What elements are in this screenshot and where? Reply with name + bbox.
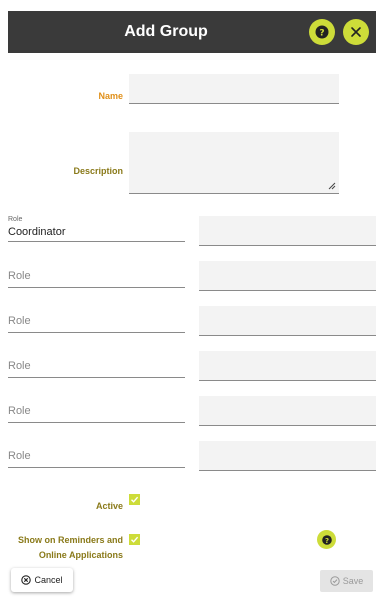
- role-placeholder: Role: [8, 405, 31, 417]
- help-button[interactable]: ?: [309, 19, 335, 45]
- save-button[interactable]: Save: [320, 570, 373, 592]
- role-side-field-2[interactable]: [199, 261, 376, 291]
- cancel-button[interactable]: Cancel: [11, 568, 73, 592]
- active-checkbox[interactable]: [129, 494, 140, 505]
- role-floating-label: Role: [8, 216, 23, 223]
- role-input-1[interactable]: Role Coordinator: [8, 216, 185, 242]
- role-side-field-4[interactable]: [199, 351, 376, 381]
- role-side-field-5[interactable]: [199, 396, 376, 426]
- role-input-6[interactable]: Role: [8, 442, 185, 468]
- check-circle-icon: [330, 576, 340, 586]
- role-side-field-3[interactable]: [199, 306, 376, 336]
- show-reminders-help-button[interactable]: ?: [317, 530, 336, 549]
- show-reminders-label-line1: Show on Reminders and: [17, 535, 123, 545]
- close-button[interactable]: [343, 19, 369, 45]
- cancel-label: Cancel: [34, 575, 63, 585]
- show-reminders-label: Show on Reminders and Online Application…: [13, 533, 123, 563]
- svg-text:?: ?: [324, 536, 328, 544]
- name-field[interactable]: [129, 74, 339, 104]
- close-icon: [351, 27, 361, 37]
- role-placeholder: Role: [8, 315, 31, 327]
- cancel-circle-icon: [21, 575, 32, 585]
- description-label: Description: [73, 166, 123, 176]
- check-icon: [131, 496, 139, 503]
- name-label: Name: [98, 91, 123, 101]
- role-input-3[interactable]: Role: [8, 307, 185, 333]
- role-placeholder: Role: [8, 450, 31, 462]
- check-icon: [131, 536, 139, 543]
- question-circle-icon: ?: [315, 25, 329, 39]
- role-placeholder: Role: [8, 360, 31, 372]
- active-label: Active: [95, 501, 123, 511]
- dialog-title: Add Group: [124, 23, 208, 40]
- svg-text:?: ?: [319, 29, 324, 39]
- role-side-field-6[interactable]: [199, 441, 376, 471]
- role-input-4[interactable]: Role: [8, 352, 185, 378]
- role-side-field-1[interactable]: [199, 216, 376, 246]
- question-circle-icon: ?: [321, 534, 332, 545]
- show-reminders-label-line2: Online Applications: [38, 550, 123, 560]
- role-input-5[interactable]: Role: [8, 397, 185, 423]
- resize-handle-icon[interactable]: [328, 182, 336, 190]
- save-label: Save: [342, 576, 364, 586]
- role-placeholder: Role: [8, 270, 31, 282]
- role-value: Coordinator: [8, 226, 66, 238]
- role-input-2[interactable]: Role: [8, 262, 185, 288]
- dialog-header: Add Group ?: [8, 11, 376, 53]
- description-field[interactable]: [129, 132, 339, 194]
- show-reminders-checkbox[interactable]: [129, 534, 140, 545]
